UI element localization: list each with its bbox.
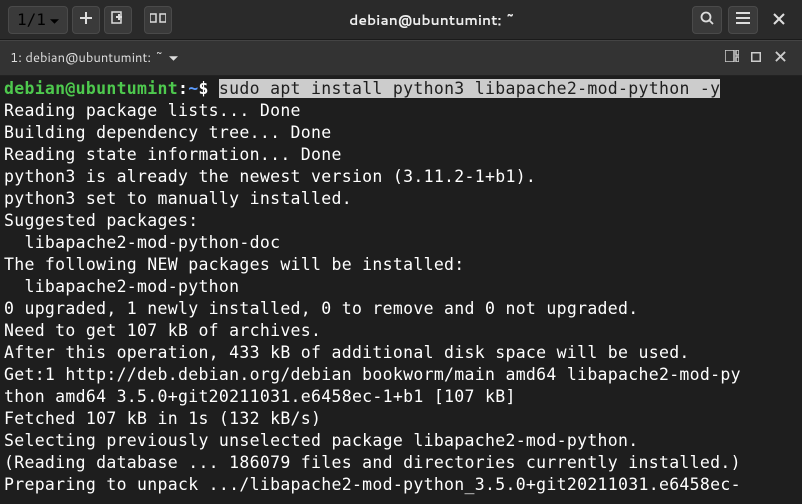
prompt-user: debian [4, 79, 65, 98]
output-line: python3 set to manually installed. [4, 189, 352, 208]
output-line: Reading state information... Done [4, 145, 342, 164]
new-tab-button[interactable] [72, 6, 100, 34]
prompt-dollar: $ [198, 79, 208, 98]
output-line: Selecting previously unselected package … [4, 431, 639, 450]
output-line: thon amd64 3.5.0+git20211031.e6458ec-1+b… [4, 387, 516, 406]
split-button[interactable] [144, 6, 172, 34]
output-line: libapache2-mod-python [4, 277, 239, 296]
output-line: Building dependency tree... Done [4, 123, 331, 142]
output-line: (Reading database ... 186079 files and d… [4, 453, 741, 472]
output-line: Preparing to unpack .../libapache2-mod-p… [4, 475, 741, 494]
search-icon [700, 11, 714, 29]
new-window-button[interactable] [104, 6, 132, 34]
tab-close-button[interactable] [768, 46, 792, 70]
close-icon [773, 10, 785, 29]
terminal-tabbar: 1: debian@ubuntumint: ~ [0, 40, 802, 76]
output-line: Need to get 107 kB of archives. [4, 321, 321, 340]
output-line: Suggested packages: [4, 211, 198, 230]
plus-icon [80, 12, 92, 28]
output-line: python3 is already the newest version (3… [4, 167, 536, 186]
maximize-icon [751, 51, 761, 66]
terminal-tab-label: 1: debian@ubuntumint: ~ [10, 49, 163, 67]
command-text: sudo apt install python3 libapache2-mod-… [219, 79, 720, 98]
window-titlebar: 1/1 debian@ubuntumint: ~ [0, 0, 802, 40]
tab-counter-label: 1/1 [17, 10, 46, 29]
layout-icon [725, 50, 739, 66]
prompt-host: ubuntumint [76, 79, 178, 98]
output-line: libapache2-mod-python-doc [4, 233, 280, 252]
tab-counter-button[interactable]: 1/1 [8, 6, 68, 34]
tab-overview-button[interactable] [720, 46, 744, 70]
new-window-icon [111, 11, 125, 29]
prompt-at: @ [65, 79, 75, 98]
close-icon [775, 51, 786, 66]
split-icon [150, 12, 166, 28]
window-title: debian@ubuntumint: ~ [172, 10, 692, 30]
titlebar-left-controls: 1/1 [8, 6, 172, 34]
chevron-down-icon [50, 10, 59, 29]
prompt-path: ~ [188, 79, 198, 98]
output-line: Fetched 107 kB in 1s (132 kB/s) [4, 409, 321, 428]
output-line: Reading package lists... Done [4, 101, 301, 120]
output-line: 0 upgraded, 1 newly installed, 0 to remo… [4, 299, 639, 318]
hamburger-icon [736, 12, 750, 28]
menu-button[interactable] [728, 6, 758, 34]
output-line: Get:1 http://deb.debian.org/debian bookw… [4, 365, 741, 384]
window-close-button[interactable] [764, 6, 794, 34]
output-line: After this operation, 433 kB of addition… [4, 343, 690, 362]
chevron-down-icon [169, 49, 178, 67]
terminal-tab[interactable]: 1: debian@ubuntumint: ~ [10, 49, 178, 67]
search-button[interactable] [692, 6, 722, 34]
prompt-colon: : [178, 79, 188, 98]
titlebar-right-controls [692, 6, 794, 34]
tab-maximize-button[interactable] [744, 46, 768, 70]
terminal-output[interactable]: debian@ubuntumint:~$ sudo apt install py… [0, 76, 802, 498]
output-line: The following NEW packages will be insta… [4, 255, 465, 274]
